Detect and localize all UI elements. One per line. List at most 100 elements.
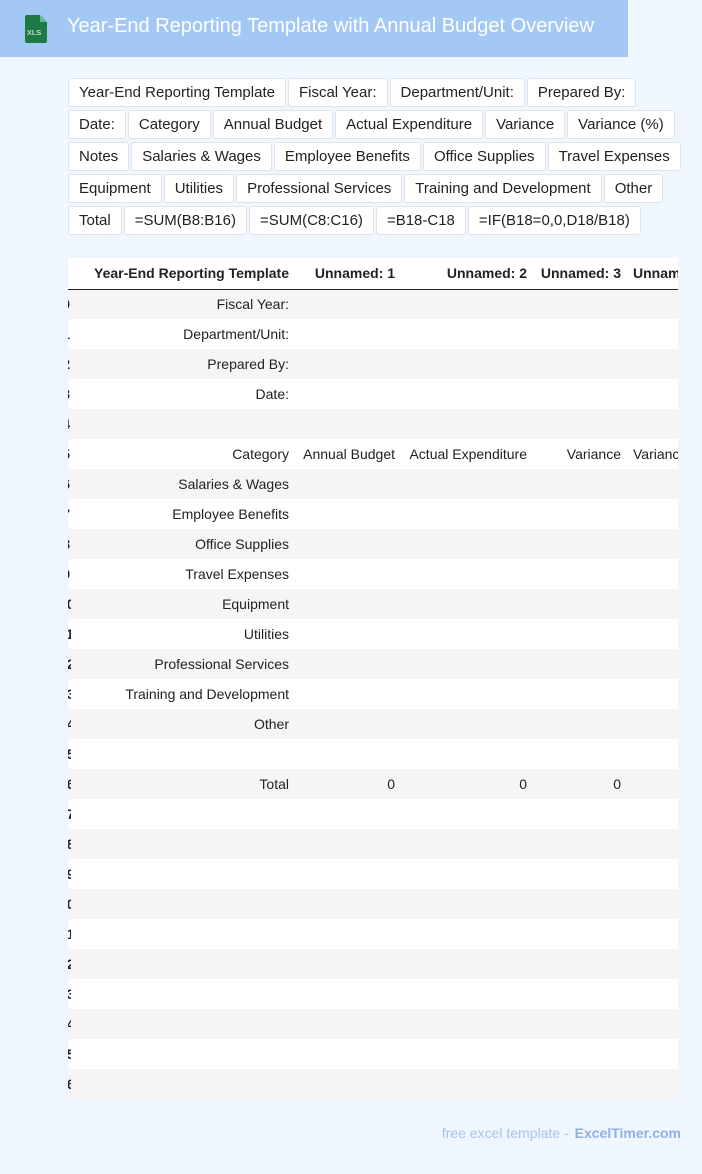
table-cell — [627, 379, 678, 409]
table-cell — [401, 679, 533, 709]
table-cell — [533, 979, 627, 1009]
header-value-chip: Actual Expenditure — [335, 110, 484, 139]
table-row: 5CategoryAnnual BudgetActual Expenditure… — [68, 439, 678, 469]
table-cell — [401, 289, 533, 319]
table-cell — [295, 859, 401, 889]
table-cell — [533, 649, 627, 679]
column-header: Unnamed: 4 — [627, 258, 678, 290]
table-row: 24 — [68, 1009, 678, 1039]
table-cell — [401, 469, 533, 499]
table-cell: Category — [71, 439, 295, 469]
table-cell: Employee Benefits — [71, 499, 295, 529]
table-cell: Annual Budget — [295, 439, 401, 469]
table-cell: Fiscal Year: — [71, 289, 295, 319]
table-cell — [71, 949, 295, 979]
footer-credit: free excel template - ExcelTimer.com — [442, 1125, 681, 1141]
header-value-chip: Variance — [485, 110, 566, 139]
table-cell — [295, 559, 401, 589]
table-cell — [533, 1039, 627, 1069]
column-header: Unnamed: 2 — [401, 258, 533, 290]
header-value-chip: Equipment — [68, 174, 162, 203]
table-cell — [627, 289, 678, 319]
table-cell — [401, 919, 533, 949]
header-value-chip: Salaries & Wages — [131, 142, 272, 171]
table-cell — [401, 799, 533, 829]
table-cell — [533, 889, 627, 919]
table-row: 25 — [68, 1039, 678, 1069]
table-cell — [533, 589, 627, 619]
table-cell — [401, 889, 533, 919]
table-cell — [627, 409, 678, 439]
table-row: 14Other — [68, 709, 678, 739]
footer-brand-link[interactable]: ExcelTimer.com — [575, 1125, 681, 1141]
table-cell — [71, 409, 295, 439]
table-cell — [295, 529, 401, 559]
table-cell: Travel Expenses — [71, 559, 295, 589]
table-cell — [533, 349, 627, 379]
table-cell: Department/Unit: — [71, 319, 295, 349]
table-cell — [401, 529, 533, 559]
table-cell — [533, 799, 627, 829]
table-row: 21 — [68, 919, 678, 949]
header-value-chip: Other — [603, 174, 664, 203]
header-value-chip: =SUM(C8:C16) — [248, 206, 374, 235]
table-cell: Date: — [71, 379, 295, 409]
table-cell — [401, 1009, 533, 1039]
table-cell — [627, 319, 678, 349]
table-row: 19 — [68, 859, 678, 889]
table-cell — [401, 1039, 533, 1069]
table-cell — [295, 349, 401, 379]
table-cell — [627, 859, 678, 889]
column-header: Unnamed: 1 — [295, 258, 401, 290]
table-cell — [401, 829, 533, 859]
table-cell — [401, 409, 533, 439]
table-row: 9Travel Expenses — [68, 559, 678, 589]
table-cell — [295, 949, 401, 979]
table-cell — [401, 1069, 533, 1099]
table-cell — [533, 289, 627, 319]
table-cell — [295, 289, 401, 319]
table-cell: 0 — [295, 769, 401, 799]
table-cell — [401, 949, 533, 979]
table-cell — [295, 799, 401, 829]
table-cell — [627, 889, 678, 919]
table-cell: Training and Development — [71, 679, 295, 709]
footer-text: free excel template - — [441, 1125, 569, 1141]
table-cell — [627, 799, 678, 829]
table-cell: Salaries & Wages — [71, 469, 295, 499]
table-cell — [627, 649, 678, 679]
table-cell: Other — [71, 709, 295, 739]
table-cell — [295, 379, 401, 409]
table-cell: 0 — [533, 769, 627, 799]
table-cell — [401, 589, 533, 619]
table-cell — [627, 349, 678, 379]
table-cell: Equipment — [71, 589, 295, 619]
table-cell — [401, 649, 533, 679]
table-row: 18 — [68, 829, 678, 859]
header-value-chip: Employee Benefits — [273, 142, 421, 171]
table-cell — [295, 409, 401, 439]
header-value-chip: Annual Budget — [212, 110, 334, 139]
table-cell — [71, 919, 295, 949]
table-cell — [401, 319, 533, 349]
table-row: 16Total000 — [68, 769, 678, 799]
table-row: 26 — [68, 1069, 678, 1099]
table-cell — [71, 979, 295, 1009]
table-row: 12Professional Services — [68, 649, 678, 679]
header-value-chip: Year-End Reporting Template — [68, 78, 286, 107]
table-cell: Prepared By: — [71, 349, 295, 379]
table-cell — [627, 1069, 678, 1099]
header-value-chip: Total — [68, 206, 122, 235]
table-cell — [533, 919, 627, 949]
table-cell — [627, 529, 678, 559]
table-cell — [295, 679, 401, 709]
table-cell — [71, 889, 295, 919]
table-cell — [533, 469, 627, 499]
table-cell — [71, 859, 295, 889]
header-value-chip: Category — [127, 110, 211, 139]
header-value-chip: =B18-C18 — [375, 206, 466, 235]
table-row: 3Date: — [68, 379, 678, 409]
table-row: 6Salaries & Wages — [68, 469, 678, 499]
header-value-chip: Utilities — [163, 174, 235, 203]
table-cell — [533, 619, 627, 649]
